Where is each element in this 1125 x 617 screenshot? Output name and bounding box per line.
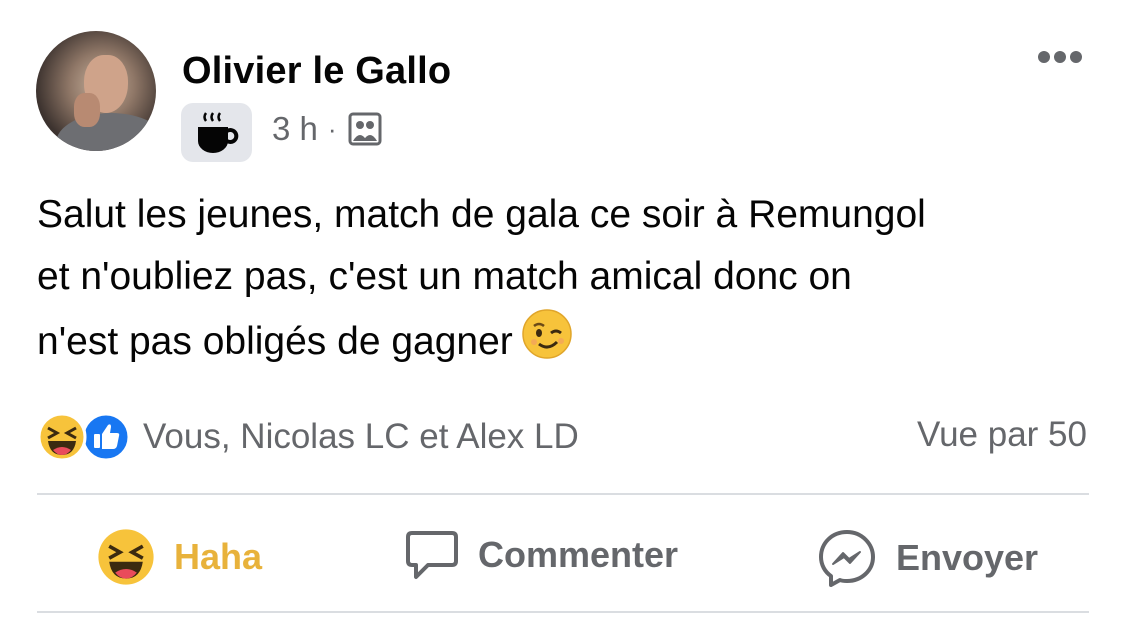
- post-text-line: et n'oubliez pas, c'est un match amical …: [37, 255, 852, 298]
- messenger-icon: [819, 530, 875, 587]
- post-text-line-last: n'est pas obligés de gagner: [37, 308, 1097, 379]
- seen-by-count[interactable]: Vue par 50: [917, 415, 1087, 455]
- more-dot: [1054, 51, 1066, 63]
- divider: [37, 493, 1089, 495]
- more-dot: [1038, 51, 1050, 63]
- avatar-hand: [74, 93, 100, 127]
- post-time[interactable]: 3 h: [272, 110, 318, 148]
- author-avatar[interactable]: [36, 31, 156, 151]
- post-text-line: n'est pas obligés de gagner: [37, 319, 513, 363]
- haha-reaction-icon: [37, 412, 87, 462]
- more-options-icon[interactable]: [1038, 50, 1092, 72]
- meta-separator: ·: [327, 113, 337, 144]
- coffee-badge[interactable]: [181, 103, 252, 162]
- comment-label: Commenter: [478, 534, 679, 575]
- like-reaction-icon: [81, 412, 131, 462]
- send-button[interactable]: Envoyer: [816, 527, 1038, 589]
- reactions-summary[interactable]: Vous, Nicolas LC et Alex LD: [37, 412, 579, 462]
- send-label: Envoyer: [896, 537, 1039, 578]
- haha-react-button[interactable]: Haha: [96, 527, 262, 587]
- comment-button[interactable]: Commenter: [404, 527, 678, 583]
- divider: [37, 611, 1089, 613]
- more-dot: [1070, 51, 1082, 63]
- post-meta: 3 h ·: [272, 110, 382, 148]
- post-text: Salut les jeunes, match de gala ce soir …: [37, 184, 1097, 379]
- haha-react-label: Haha: [174, 536, 263, 577]
- reaction-names: Vous, Nicolas LC et Alex LD: [143, 417, 579, 456]
- coffee-cup-icon: [198, 112, 239, 153]
- avatar-shirt: [56, 113, 156, 151]
- winking-face-emoji: [521, 308, 573, 379]
- haha-reaction-icon: [98, 529, 154, 585]
- author-name[interactable]: Olivier le Gallo: [182, 50, 451, 93]
- comment-bubble-icon: [406, 531, 458, 579]
- friends-group-icon[interactable]: [348, 112, 382, 146]
- post-text-line: Salut les jeunes, match de gala ce soir …: [37, 193, 926, 236]
